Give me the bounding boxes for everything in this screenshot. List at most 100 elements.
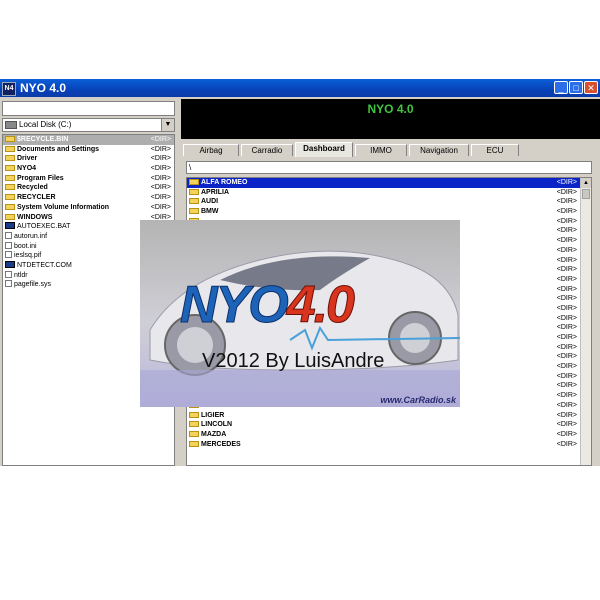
drive-select[interactable]: Local Disk (C:) ▼ — [2, 118, 175, 132]
header-banner: NYO 4.0 — [181, 99, 600, 139]
dir-tag: <DIR> — [556, 363, 577, 371]
folder-icon — [5, 155, 15, 162]
dir-tag: <DIR> — [556, 295, 577, 303]
chevron-down-icon[interactable]: ▼ — [161, 119, 174, 131]
file-dir-tag: <DIR> — [150, 194, 171, 202]
nyo-logo: NYO4.0 — [180, 276, 356, 335]
dir-tag: <DIR> — [556, 275, 577, 283]
list-item[interactable]: AUDI <DIR> — [187, 197, 591, 207]
window-title: NYO 4.0 — [20, 81, 67, 95]
dir-tag: <DIR> — [556, 188, 577, 196]
tab-airbag[interactable]: Airbag — [183, 144, 239, 156]
file-row[interactable]: NYO4 <DIR> — [3, 164, 174, 174]
file-row[interactable]: RECYCLER <DIR> — [3, 193, 174, 203]
list-item[interactable]: BMW <DIR> — [187, 207, 591, 217]
manufacturer-name: AUDI — [201, 198, 219, 206]
folder-icon — [5, 203, 15, 210]
tab-immo[interactable]: IMMO — [355, 144, 407, 156]
manufacturer-name: APRILIA — [201, 188, 229, 196]
dir-tag: <DIR> — [556, 324, 577, 332]
dir-tag: <DIR> — [556, 246, 577, 254]
list-item[interactable]: LIGIER <DIR> — [187, 411, 591, 421]
file-name: Recycled — [17, 184, 48, 192]
folder-icon — [5, 213, 15, 220]
file-dir-tag: <DIR> — [150, 184, 171, 192]
dir-tag: <DIR> — [556, 353, 577, 361]
file-icon — [5, 251, 12, 259]
file-row[interactable]: Program Files <DIR> — [3, 174, 174, 184]
file-dir-tag: <DIR> — [150, 174, 171, 182]
version-text: V2012 By LuisAndre — [202, 350, 385, 372]
manufacturer-name: BMW — [201, 208, 219, 216]
banner-title: NYO 4.0 — [367, 102, 414, 116]
splash-screen: NYO4.0 V2012 By LuisAndre www.CarRadio.s… — [140, 220, 460, 407]
tab-carradio[interactable]: Carradio — [241, 144, 293, 156]
folder-icon — [5, 174, 15, 181]
dir-tag: <DIR> — [556, 421, 577, 429]
dir-tag: <DIR> — [556, 401, 577, 409]
dir-tag: <DIR> — [556, 343, 577, 351]
manufacturer-name: MAZDA — [201, 430, 227, 438]
scroll-thumb[interactable] — [582, 189, 590, 199]
manufacturer-name: MERCEDES — [201, 440, 241, 448]
file-dir-tag: <DIR> — [150, 155, 171, 163]
dir-tag: <DIR> — [556, 227, 577, 235]
list-item[interactable]: APRILIA <DIR> — [187, 188, 591, 198]
dir-tag: <DIR> — [556, 256, 577, 264]
title-bar[interactable]: N4 NYO 4.0 _ □ ✕ — [0, 79, 600, 97]
folder-icon — [5, 145, 15, 152]
list-item[interactable]: LINCOLN <DIR> — [187, 420, 591, 430]
dir-tag: <DIR> — [556, 266, 577, 274]
path-field[interactable]: \ — [186, 161, 592, 174]
file-dir-tag: <DIR> — [150, 203, 171, 211]
list-item[interactable]: MAZDA <DIR> — [187, 430, 591, 440]
file-name: ntldr — [14, 271, 28, 279]
file-row[interactable]: Driver <DIR> — [3, 154, 174, 164]
list-item[interactable]: MERCEDES <DIR> — [187, 440, 591, 450]
scroll-up-icon[interactable]: ▲ — [581, 178, 591, 188]
file-name: WINDOWS — [17, 213, 53, 221]
dir-tag: <DIR> — [556, 237, 577, 245]
file-name: NYO4 — [17, 165, 37, 173]
dir-tag: <DIR> — [556, 372, 577, 380]
maximize-button[interactable]: □ — [569, 81, 583, 94]
file-row[interactable]: System Volume Information <DIR> — [3, 203, 174, 213]
file-row[interactable]: Recycled <DIR> — [3, 183, 174, 193]
file-name: System Volume Information — [17, 203, 110, 211]
file-dir-tag: <DIR> — [150, 136, 171, 143]
list-item[interactable]: ALFA ROMEO <DIR> — [187, 178, 591, 188]
tab-dashboard[interactable]: Dashboard — [295, 142, 353, 157]
file-dir-tag: <DIR> — [150, 145, 171, 153]
dir-tag: <DIR> — [556, 179, 577, 186]
folder-icon — [189, 411, 199, 418]
folder-icon — [189, 421, 199, 428]
dir-tag: <DIR> — [556, 392, 577, 400]
drive-icon — [5, 120, 17, 129]
close-button[interactable]: ✕ — [584, 81, 598, 94]
file-name: Driver — [17, 155, 38, 163]
folder-icon — [5, 184, 15, 191]
dir-tag: <DIR> — [556, 314, 577, 322]
tab-ecu[interactable]: ECU — [471, 144, 519, 156]
file-row[interactable]: $RECYCLE.BIN <DIR> — [3, 135, 174, 145]
dir-tag: <DIR> — [556, 198, 577, 206]
vertical-scrollbar[interactable]: ▲ — [580, 178, 591, 465]
folder-icon — [189, 179, 199, 185]
folder-icon — [189, 198, 199, 205]
tab-navigation[interactable]: Navigation — [409, 144, 469, 156]
dir-tag: <DIR> — [556, 440, 577, 448]
file-name: NTDETECT.COM — [17, 261, 72, 269]
left-path-field[interactable] — [2, 101, 175, 116]
file-row[interactable]: Documents and Settings <DIR> — [3, 145, 174, 155]
file-name: AUTOEXEC.BAT — [17, 223, 71, 231]
folder-icon — [189, 208, 199, 215]
file-icon — [5, 231, 12, 239]
file-name: pagefile.sys — [14, 281, 51, 289]
folder-icon — [189, 430, 199, 437]
file-icon — [5, 241, 12, 249]
file-name: autorun.inf — [14, 232, 48, 240]
dir-tag: <DIR> — [556, 217, 577, 225]
manufacturer-name: ALFA ROMEO — [201, 179, 248, 186]
folder-icon — [189, 188, 199, 195]
minimize-button[interactable]: _ — [554, 81, 568, 94]
